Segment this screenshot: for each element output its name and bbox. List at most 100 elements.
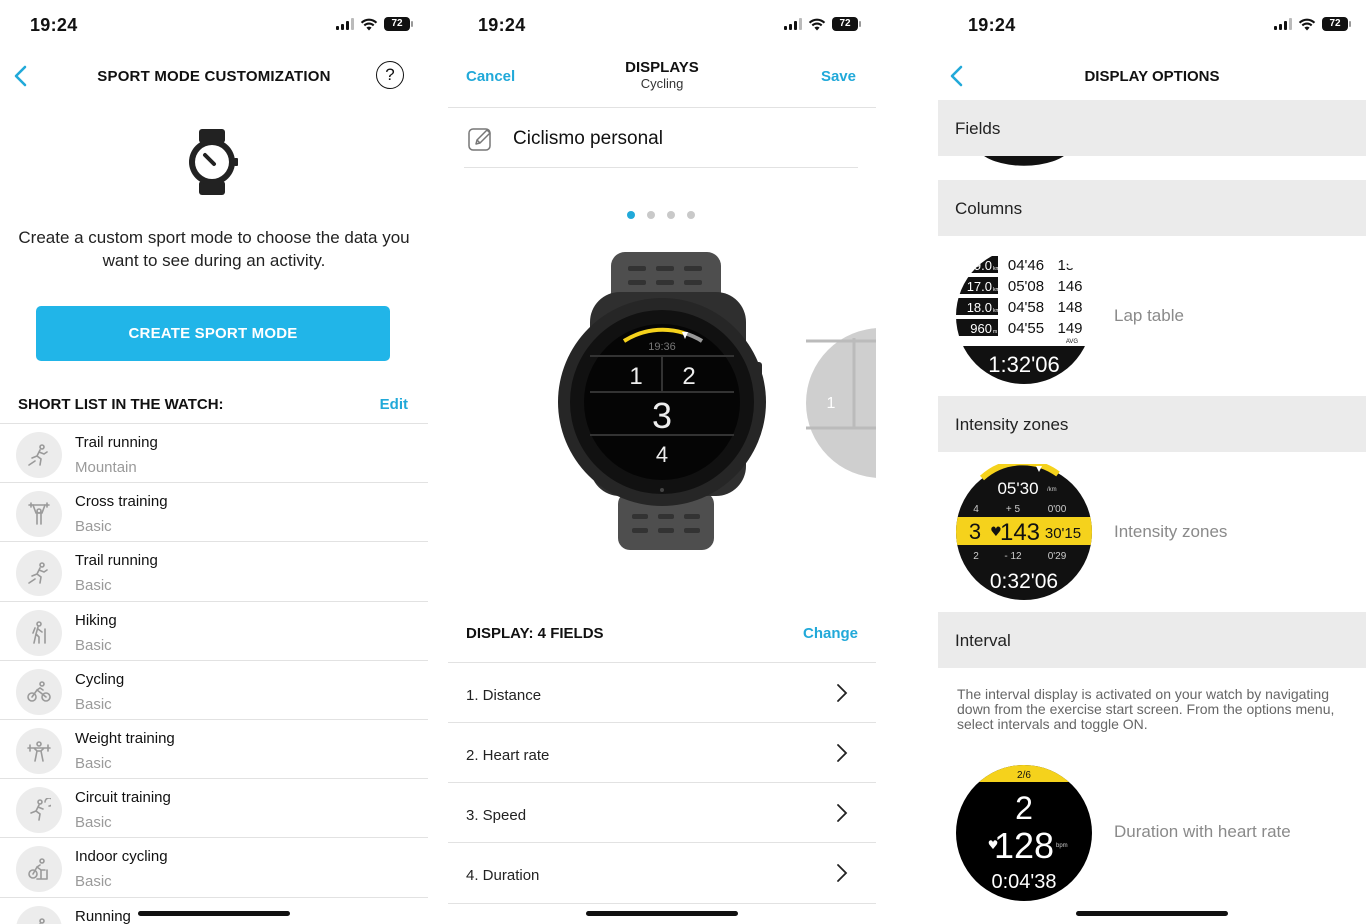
lap-avg-label: AVG [1066, 339, 1079, 345]
item-name: Hiking [75, 611, 117, 629]
wifi-icon [360, 18, 378, 30]
iz-upper-zone: 4 [973, 504, 979, 515]
list-item[interactable]: Weight training Basic [0, 718, 428, 778]
section-label: Interval [955, 631, 1011, 650]
item-name: Indoor cycling [75, 848, 168, 866]
item-subtitle: Mountain [75, 459, 137, 476]
home-indicator[interactable] [586, 911, 738, 916]
battery-icon: 72 [384, 17, 413, 31]
save-button[interactable]: Save [821, 68, 856, 85]
page-title: DISPLAY OPTIONS [1084, 68, 1220, 85]
lap-table-label: Lap table [1114, 306, 1184, 325]
home-indicator[interactable] [1076, 911, 1228, 916]
list-item[interactable]: Indoor cycling Basic [0, 837, 428, 896]
interval-number: 2 [1015, 790, 1033, 826]
iz-lower-zone: 2 [973, 551, 979, 562]
list-item[interactable]: Circuit training Basic [0, 778, 428, 837]
list-item[interactable]: Hiking Basic [0, 600, 428, 660]
page-indicator[interactable] [627, 211, 695, 219]
duration-heart-rate-watch-face[interactable]: 2/6 2 ♥ 128 bpm 0:04'38 [956, 765, 1092, 901]
item-subtitle: Basic [75, 754, 112, 772]
lap-total-time: 1:32'06 [988, 352, 1060, 377]
next-display-field: 1 [827, 395, 836, 412]
field-row-duration[interactable]: 4. Duration [448, 842, 876, 904]
mode-name-field[interactable]: Ciclismo personal [513, 128, 663, 150]
sport-mode-list: Trail running Mountain Cross training Ba… [0, 423, 428, 924]
status-time: 19:24 [30, 15, 78, 35]
home-indicator[interactable] [138, 911, 290, 916]
status-bar: 19:24 72 [938, 0, 1366, 50]
duration-heart-rate-label: Duration with heart rate [1114, 822, 1291, 841]
cross-training-icon [16, 491, 62, 538]
change-button[interactable]: Change [803, 625, 858, 642]
chevron-right-icon [837, 744, 848, 762]
page-title: SPORT MODE CUSTOMIZATION [97, 68, 331, 85]
section-intensity-zones: Intensity zones [938, 396, 1366, 452]
iz-duration: 0:32'06 [990, 570, 1058, 593]
iz-current-zone: 3 [969, 519, 981, 544]
lap-heart-rate: 149 [1057, 320, 1082, 337]
status-time: 19:24 [968, 15, 1016, 35]
divider [464, 167, 858, 168]
iz-upper-time: 0'00 [1048, 504, 1067, 515]
lap-heart-rate: 146 [1057, 278, 1082, 295]
item-name: Weight training [75, 729, 175, 747]
intensity-zones-label: Intensity zones [1114, 522, 1228, 541]
lap-table-watch-face[interactable]: 9.0 km 04'46 15217.0 km 05'08 14618.0 km 04'58 14… [956, 248, 1092, 384]
lap-distance-unit: m [993, 329, 997, 335]
section-label: Columns [955, 199, 1023, 218]
lap-heart-rate: 152 [1057, 257, 1082, 274]
create-sport-mode-button[interactable]: CREATE SPORT MODE [36, 306, 390, 361]
watch-time: 19:36 [648, 341, 676, 353]
weight-training-icon [16, 727, 62, 774]
list-item[interactable]: Cross training Basic [0, 482, 428, 541]
status-bar: 19:24 72 [448, 0, 876, 50]
cycling-icon [16, 668, 62, 715]
lap-pace: 04'58 [1008, 299, 1044, 316]
edit-link[interactable]: Edit [380, 396, 408, 413]
lap-distance-unit: km [993, 266, 1000, 272]
page-dot-active[interactable] [627, 211, 635, 219]
lap-distance-unit: km [993, 287, 1000, 293]
page-dot[interactable] [687, 211, 695, 219]
watch-preview: 19:36 1 2 3 4 [558, 252, 766, 550]
edit-pencil-icon[interactable] [468, 126, 494, 152]
field-label: 4. Duration [466, 867, 540, 884]
trail-running-icon [16, 432, 62, 478]
next-display-preview[interactable]: 1 [806, 328, 876, 478]
hr-unit: bpm [1056, 843, 1068, 849]
page-subtitle: Cycling [640, 76, 684, 91]
list-item[interactable]: Trail running Mountain [0, 423, 428, 482]
list-item[interactable]: Cycling Basic [0, 659, 428, 719]
field-row-speed[interactable]: 3. Speed [448, 782, 876, 842]
sport-mode-customization-screen: 19:24 72 SPORT MODE CUSTOMIZATION ? Crea… [0, 0, 428, 924]
status-bar: 19:24 72 [0, 0, 428, 50]
item-subtitle: Basic [75, 814, 112, 832]
iz-lower-diff: - 12 [1004, 551, 1022, 562]
interval-duration: 0:04'38 [992, 871, 1057, 893]
watch-field-4: 4 [656, 442, 668, 467]
chevron-right-icon [837, 804, 848, 822]
item-name: Circuit training [75, 789, 171, 807]
item-subtitle: Basic [75, 636, 112, 654]
trail-running-icon [16, 550, 62, 597]
circuit-training-icon [16, 787, 62, 834]
lap-distance-unit: km [993, 308, 1000, 314]
item-name: Running [75, 907, 131, 924]
section-label: Intensity zones [955, 415, 1069, 434]
displays-screen: 19:24 72 Cancel DISPLAYS Cycling Save Ci… [448, 0, 876, 924]
lap-pace: 04'55 [1008, 320, 1044, 337]
iz-pace: 05'30 [997, 479, 1038, 498]
item-subtitle: Basic [75, 873, 112, 891]
intro-text: Create a custom sport mode to choose the… [18, 228, 410, 270]
chevron-right-icon [837, 864, 848, 882]
field-row-distance[interactable]: 1. Distance [448, 662, 876, 722]
help-button[interactable]: ? [376, 61, 404, 89]
field-row-heart-rate[interactable]: 2. Heart rate [448, 722, 876, 782]
section-columns: Columns [938, 180, 1366, 236]
lap-heart-rate: 148 [1057, 299, 1082, 316]
list-item[interactable]: Trail running Basic [0, 541, 428, 600]
page-dot[interactable] [667, 211, 675, 219]
intensity-zones-watch-face[interactable]: 05'30 /km 4 + 5 0'00 3 ♥ 143 30'15 2 - 1… [956, 464, 1092, 600]
page-dot[interactable] [647, 211, 655, 219]
